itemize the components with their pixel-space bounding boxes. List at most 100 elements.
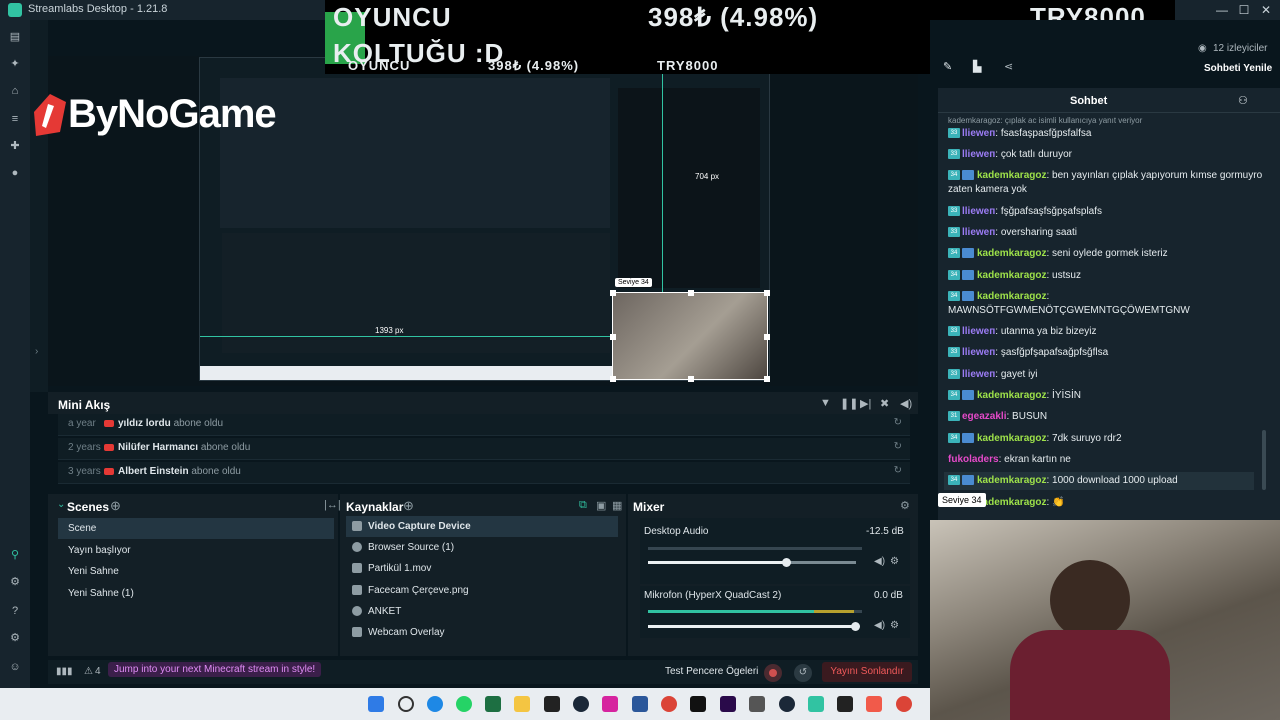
- chat-username[interactable]: llieweп: [962, 347, 995, 358]
- speaker-icon[interactable]: ◀): [874, 556, 885, 567]
- volume-slider[interactable]: [648, 625, 856, 628]
- scene-item[interactable]: Scene: [58, 518, 334, 539]
- chat-username[interactable]: fukoladers: [948, 454, 999, 465]
- start-icon[interactable]: [368, 696, 384, 712]
- chat-scrollbar[interactable]: [1262, 430, 1266, 490]
- chat-username[interactable]: kademkaragoz: [977, 248, 1046, 259]
- resize-handle-tl[interactable]: [610, 290, 616, 296]
- chat-username[interactable]: llieweп: [962, 149, 995, 160]
- source-item[interactable]: ANKET: [346, 601, 618, 622]
- share-icon[interactable]: ⋖: [1004, 60, 1013, 73]
- promo-banner[interactable]: Jump into your next Minecraft stream in …: [108, 662, 322, 677]
- word-icon[interactable]: [632, 696, 648, 712]
- resize-handle-bl[interactable]: [610, 376, 616, 382]
- record-button[interactable]: [764, 664, 782, 682]
- source-item[interactable]: Video Capture Device: [346, 516, 618, 537]
- expand-chevron-icon[interactable]: ›: [35, 346, 38, 357]
- chat-username[interactable]: kademkaragoz: [977, 270, 1046, 281]
- skip-icon[interactable]: ▶|: [860, 397, 871, 410]
- edge-icon[interactable]: [427, 696, 443, 712]
- steam-icon[interactable]: [573, 696, 589, 712]
- source-item[interactable]: Webcam Overlay: [346, 622, 618, 643]
- resize-handle-tr[interactable]: [764, 290, 770, 296]
- capcut-icon[interactable]: [690, 696, 706, 712]
- resize-handle-b[interactable]: [688, 376, 694, 382]
- speaker-icon[interactable]: ◀): [874, 620, 885, 631]
- mute-alerts-icon[interactable]: ✖: [880, 397, 889, 410]
- apps-icon[interactable]: ✚: [8, 139, 22, 153]
- chat-username[interactable]: llieweп: [962, 369, 995, 380]
- resize-handle-t[interactable]: [688, 290, 694, 296]
- chrome-icon[interactable]: [896, 696, 912, 712]
- filter-icon[interactable]: ▼: [820, 397, 831, 409]
- source-folder-icon[interactable]: ▣: [596, 499, 606, 512]
- channel-settings-icon[interactable]: ⚙: [890, 556, 899, 567]
- repeat-icon[interactable]: ↻: [894, 465, 902, 476]
- end-stream-button[interactable]: Yayını Sonlandır: [822, 662, 912, 682]
- alert-icon[interactable]: ⚠: [84, 666, 93, 677]
- collapse-strip[interactable]: ›: [30, 20, 48, 392]
- repeat-icon[interactable]: ↻: [894, 441, 902, 452]
- settings-group-icon[interactable]: ⚙: [8, 575, 22, 589]
- test-widgets-button[interactable]: Test Pencere Ögeleri: [665, 666, 758, 677]
- repeat-icon[interactable]: ↻: [894, 417, 902, 428]
- resize-handle-br[interactable]: [764, 376, 770, 382]
- themes-icon[interactable]: ✦: [8, 57, 22, 71]
- editor-icon[interactable]: ▤: [8, 30, 22, 44]
- scene-transitions-icon[interactable]: |↔|: [324, 499, 341, 511]
- instagram-icon[interactable]: [602, 696, 618, 712]
- app-icon[interactable]: [866, 696, 882, 712]
- scene-item[interactable]: Yeni Sahne (1): [58, 583, 334, 604]
- chat-username[interactable]: kademkaragoz: [977, 475, 1046, 486]
- replay-buffer-button[interactable]: ↺: [794, 664, 812, 682]
- add-scene-icon[interactable]: ⊕: [110, 498, 121, 514]
- chat-username[interactable]: llieweп: [962, 326, 995, 337]
- chat-username[interactable]: kademkaragoz: [977, 433, 1046, 444]
- users-icon[interactable]: ⚇: [1238, 94, 1248, 107]
- chat-username[interactable]: egeazakli: [962, 411, 1006, 422]
- streamlabs-icon[interactable]: [808, 696, 824, 712]
- chat-username[interactable]: llieweп: [962, 128, 995, 139]
- record-icon[interactable]: ●: [8, 166, 22, 180]
- minimize-button[interactable]: —: [1210, 1, 1234, 19]
- channel-settings-icon[interactable]: ⚙: [890, 620, 899, 631]
- resize-handle-l[interactable]: [610, 334, 616, 340]
- chat-username[interactable]: kademkaragoz: [977, 170, 1046, 181]
- epic-games-icon[interactable]: [837, 696, 853, 712]
- edit-icon[interactable]: ✎: [943, 60, 952, 73]
- mixer-settings-icon[interactable]: ⚙: [900, 499, 910, 512]
- studio-mode-icon[interactable]: ⚲: [8, 548, 22, 562]
- file-explorer-icon[interactable]: [514, 696, 530, 712]
- chat-username[interactable]: kademkaragoz: [977, 291, 1046, 302]
- stats-icon[interactable]: ▮▮▮: [56, 666, 73, 677]
- whatsapp-icon[interactable]: [456, 696, 472, 712]
- pause-icon[interactable]: ❚❚: [840, 397, 858, 410]
- volume-knob[interactable]: [851, 622, 860, 631]
- chat-username[interactable]: llieweп: [962, 206, 995, 217]
- volume-knob[interactable]: [782, 558, 791, 567]
- source-toggle-icon[interactable]: ▦: [612, 499, 622, 512]
- chat-username[interactable]: llieweп: [962, 227, 995, 238]
- collapse-chevron-icon[interactable]: ⌄: [57, 499, 65, 510]
- source-item[interactable]: Browser Source (1): [346, 537, 618, 558]
- premiere-icon[interactable]: [720, 696, 736, 712]
- source-group-icon[interactable]: ⧉: [579, 499, 587, 512]
- maximize-button[interactable]: ☐: [1232, 1, 1256, 19]
- resize-handle-r[interactable]: [764, 334, 770, 340]
- chrome-icon[interactable]: [661, 696, 677, 712]
- close-button[interactable]: ✕: [1254, 1, 1278, 19]
- search-icon[interactable]: [398, 696, 414, 712]
- chat-username[interactable]: kademkaragoz: [977, 497, 1046, 508]
- source-item[interactable]: Partikül 1.mov: [346, 558, 618, 579]
- add-source-icon[interactable]: ⊕: [403, 498, 414, 514]
- help-icon[interactable]: ?: [8, 604, 22, 618]
- volume-icon[interactable]: ◀): [900, 397, 912, 410]
- scene-item[interactable]: Yeni Sahne: [58, 561, 334, 582]
- scene-item[interactable]: Yayın başlıyor: [58, 540, 334, 561]
- store-icon[interactable]: ⌂: [8, 84, 22, 98]
- steam-icon[interactable]: [779, 696, 795, 712]
- source-item[interactable]: Facecam Çerçeve.png: [346, 580, 618, 601]
- refresh-chat-button[interactable]: Sohbeti Yenile: [1204, 63, 1272, 74]
- settings-icon[interactable]: ⚙: [8, 631, 22, 645]
- selected-source-webcam[interactable]: [610, 290, 770, 382]
